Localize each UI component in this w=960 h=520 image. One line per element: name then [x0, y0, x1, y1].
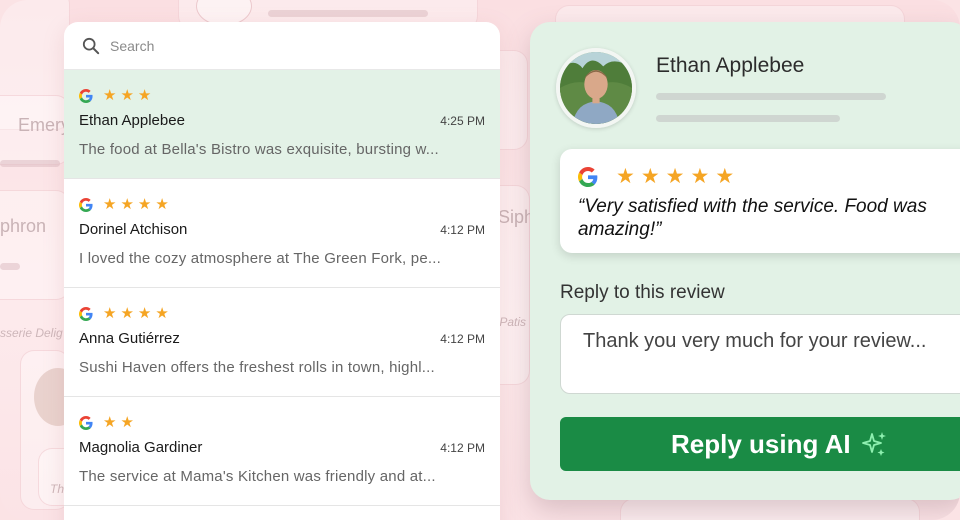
star-icon: ★: [103, 414, 117, 431]
review-snippet: Sushi Haven offers the freshest rolls in…: [79, 359, 435, 376]
review-detail-panel: Ethan Applebee ★ ★ ★ ★ ★ “Very satisfied wit…: [530, 22, 960, 500]
rating-row: ★ ★ ★: [79, 88, 485, 104]
star-icon: ★: [103, 196, 117, 213]
star-icon: ★: [137, 196, 152, 213]
star-icon: ★: [103, 87, 117, 104]
star-icon: ★: [137, 87, 152, 104]
google-icon: [79, 416, 93, 430]
placeholder-line: [656, 93, 886, 100]
review-list-item[interactable]: ★ ★ ★ ★ Anna Gutiérrez 4:12 PM Sushi Haven off…: [64, 288, 500, 397]
reviewer-name: Anna Gutiérrez: [79, 330, 180, 347]
reviewer-name: Ethan Applebee: [79, 112, 185, 129]
background-place: sserie Delig: [0, 326, 63, 340]
star-icon: ★: [120, 414, 134, 431]
star-icon: ★: [120, 305, 134, 322]
star-icon: ★: [616, 164, 635, 188]
reply-textarea[interactable]: Thank you very much for your review...: [560, 314, 960, 394]
reviewer-name: Magnolia Gardiner: [79, 439, 203, 456]
rating-row: ★ ★ ★ ★: [79, 306, 485, 322]
search-input[interactable]: [110, 37, 410, 54]
rating-row: ★ ★ ★ ★ ★: [578, 164, 960, 188]
reply-using-ai-label: Reply using AI: [671, 428, 851, 459]
background-name: Siph: [498, 207, 535, 227]
reviewer-name: Dorinel Atchison: [79, 221, 188, 238]
star-icon: ★: [690, 164, 710, 188]
star-icon: ★: [155, 196, 169, 213]
background-placeholder-line: [268, 10, 428, 17]
reply-label: Reply to this review: [560, 282, 725, 303]
review-time: 4:12 PM: [440, 332, 485, 346]
review-quote-text: “Very satisfied with the service. Food w…: [578, 196, 927, 240]
review-quote-card: ★ ★ ★ ★ ★ “Very satisfied with the service. …: [560, 149, 960, 253]
review-time: 4:12 PM: [440, 441, 485, 455]
star-icon: ★: [155, 305, 169, 322]
background-placeholder-line: [0, 263, 20, 270]
google-icon: [578, 167, 598, 187]
star-icon: ★: [640, 164, 660, 188]
background-name: phron: [0, 216, 47, 236]
star-icon: ★: [120, 87, 134, 104]
background-name: Emery: [18, 115, 71, 135]
review-list-item[interactable]: ★ ★ ★ ★ Dorinel Atchison 4:12 PM I loved the c…: [64, 179, 500, 288]
background-placeholder-line: [0, 160, 60, 167]
google-icon: [79, 89, 93, 103]
star-icon: ★: [715, 164, 735, 188]
review-time: 4:12 PM: [440, 223, 485, 237]
search-icon: [82, 37, 100, 54]
review-list-item[interactable]: ★ ★ Magnolia Gardiner 4:12 PM The service at…: [64, 397, 500, 506]
google-icon: [79, 307, 93, 321]
star-icon: ★: [665, 164, 685, 188]
reviewer-avatar: [556, 48, 636, 128]
rating-row: ★ ★: [79, 415, 485, 431]
review-time: 4:25 PM: [440, 114, 485, 128]
background-card: [0, 190, 70, 300]
review-snippet: I loved the cozy atmosphere at The Green…: [79, 250, 441, 267]
star-rating: ★ ★ ★ ★ ★: [616, 164, 740, 188]
page-background: Emery phron sserie Delig Th Siph c Patis…: [0, 0, 960, 520]
reviewer-name: Ethan Applebee: [656, 54, 805, 77]
star-icon: ★: [103, 305, 117, 322]
background-place: Th: [50, 482, 65, 496]
rating-row: ★ ★ ★ ★: [79, 197, 485, 213]
search-bar: [64, 22, 500, 70]
review-list-panel: ★★★Ethan Applebee4:25 PMThe food at Bell…: [64, 22, 500, 520]
review-snippet: The food at Bella's Bistro was exquisite…: [79, 141, 439, 158]
background-card: [620, 498, 920, 520]
google-icon: [79, 198, 93, 212]
review-list-item[interactable]: ★ ★ ★ Ethan Applebee 4:25 PM The food at Bell…: [64, 70, 500, 179]
placeholder-line: [656, 115, 840, 122]
sparkle-icon: [861, 432, 886, 456]
reply-using-ai-button[interactable]: Reply using AI: [560, 417, 960, 471]
star-icon: ★: [137, 305, 152, 322]
review-snippet: The service at Mama's Kitchen was friend…: [79, 468, 436, 485]
star-icon: ★: [120, 196, 134, 213]
